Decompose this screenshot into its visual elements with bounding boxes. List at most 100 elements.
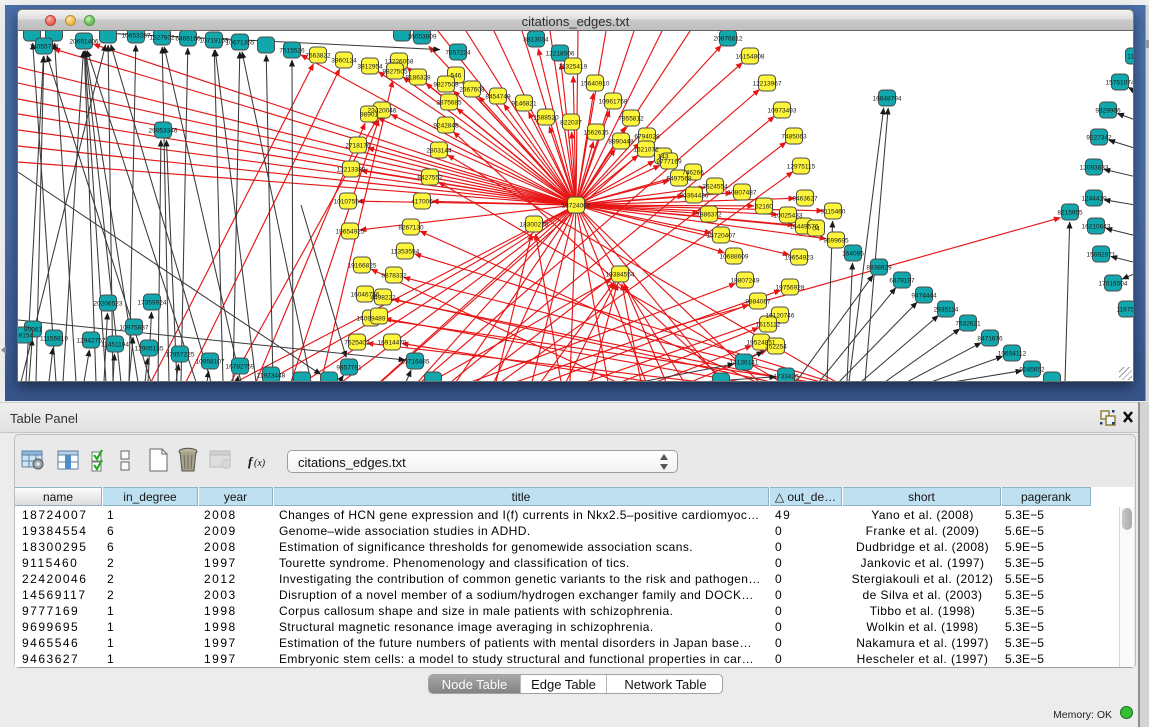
svg-text:14055714: 14055714	[30, 44, 59, 51]
svg-text:1244419: 1244419	[1081, 196, 1107, 203]
svg-text:546: 546	[451, 73, 462, 80]
svg-text:62160: 62160	[755, 204, 773, 211]
svg-text:8938929: 8938929	[866, 265, 892, 272]
svg-text:8813034: 8813034	[523, 37, 549, 44]
svg-text:7663822: 7663822	[305, 53, 331, 60]
svg-text:10025433: 10025433	[774, 213, 803, 220]
svg-text:1615112: 1615112	[756, 322, 781, 329]
svg-text:19654925: 19654925	[336, 229, 365, 236]
svg-text:20364436: 20364436	[680, 193, 709, 200]
svg-text:8454749: 8454749	[485, 94, 511, 101]
svg-text:417006: 417006	[411, 199, 433, 206]
svg-text:9827508: 9827508	[433, 82, 459, 89]
svg-text:11923448: 11923448	[257, 373, 286, 380]
svg-text:10671355: 10671355	[226, 40, 255, 47]
svg-text:11156819: 11156819	[40, 336, 68, 343]
svg-text:10719155: 10719155	[200, 38, 229, 45]
svg-text:19756928: 19756928	[776, 285, 805, 292]
svg-text:7625402: 7625402	[344, 340, 370, 347]
svg-text:8990448: 8990448	[608, 139, 634, 146]
svg-text:8186328: 8186328	[405, 75, 431, 82]
svg-text:16053809: 16053809	[408, 34, 437, 41]
svg-text:9463627: 9463627	[792, 196, 818, 203]
svg-text:12093833: 12093833	[1080, 165, 1109, 172]
svg-text:1117: 1117	[1127, 54, 1134, 61]
svg-text:7955812: 7955812	[618, 116, 644, 123]
svg-text:9242848: 9242848	[433, 123, 459, 130]
svg-text:16914479: 16914479	[378, 340, 407, 347]
svg-text:98901: 98901	[360, 112, 378, 119]
svg-text:7632621: 7632621	[955, 321, 981, 328]
svg-text:20206523: 20206523	[94, 301, 123, 308]
svg-text:6497568: 6497568	[666, 176, 692, 183]
svg-text:8878332: 8878332	[381, 273, 407, 280]
svg-text:19166825: 19166825	[348, 263, 377, 270]
svg-text:17359924: 17359924	[138, 300, 167, 307]
svg-text:39154: 39154	[18, 333, 33, 340]
svg-text:10958107: 10958107	[196, 359, 225, 366]
svg-text:10961758: 10961758	[599, 99, 628, 106]
svg-text:04: 04	[812, 226, 820, 233]
svg-text:17016504: 17016504	[1099, 281, 1128, 288]
svg-text:12213389: 12213389	[337, 167, 366, 174]
svg-text:7857224: 7857224	[445, 50, 471, 57]
svg-text:9699695: 9699695	[823, 238, 849, 245]
svg-text:9146821: 9146821	[511, 101, 537, 108]
svg-text:1588520: 1588520	[533, 115, 559, 122]
svg-text:8427552: 8427552	[417, 175, 443, 182]
svg-text:12213967: 12213967	[753, 81, 782, 88]
svg-text:9777169: 9777169	[656, 159, 682, 166]
svg-text:10654112: 10654112	[998, 351, 1027, 358]
svg-text:9827505: 9827505	[382, 69, 408, 76]
svg-text:19384554: 19384554	[606, 272, 635, 279]
svg-text:11325419: 11325419	[559, 64, 588, 71]
svg-text:16120746: 16120746	[766, 313, 795, 320]
svg-text:18300275: 18300275	[520, 222, 549, 229]
svg-text:14099489: 14099489	[357, 316, 386, 323]
svg-text:822037: 822037	[560, 120, 582, 127]
svg-text:116753: 116753	[1116, 307, 1134, 314]
svg-text:15716485: 15716485	[401, 359, 430, 366]
svg-text:12218506: 12218506	[546, 51, 575, 58]
svg-text:16210643: 16210643	[1082, 224, 1111, 231]
svg-text:2935114: 2935114	[934, 307, 959, 314]
svg-text:10975887: 10975887	[120, 325, 149, 332]
svg-text:1527602: 1527602	[149, 35, 175, 42]
svg-text:8267130: 8267130	[398, 225, 424, 232]
svg-text:16154808: 16154808	[736, 54, 765, 61]
svg-text:20691406: 20691406	[70, 39, 99, 46]
svg-text:3912954: 3912954	[357, 64, 383, 71]
svg-text:9115460: 9115460	[821, 209, 846, 216]
svg-text:10807487: 10807487	[728, 190, 757, 197]
svg-text:9474444: 9474444	[911, 293, 937, 300]
svg-text:7515526: 7515526	[279, 48, 305, 55]
svg-text:10107554: 10107554	[334, 199, 363, 206]
svg-text:9329966: 9329966	[1095, 108, 1121, 115]
svg-text:15692971: 15692971	[1087, 252, 1116, 259]
svg-text:7485063: 7485063	[781, 134, 807, 141]
svg-text:16782759: 16782759	[226, 364, 255, 371]
svg-text:6794028: 6794028	[634, 134, 660, 141]
svg-text:11353594: 11353594	[391, 249, 420, 256]
svg-text:9227342: 9227342	[1086, 135, 1112, 142]
svg-text:6479197: 6479197	[889, 278, 915, 285]
svg-text:3960124: 3960124	[331, 58, 357, 65]
svg-text:9857791: 9857791	[336, 365, 362, 372]
svg-text:15751074: 15751074	[1106, 80, 1134, 87]
svg-text:3875685: 3875685	[436, 100, 462, 107]
svg-text:19654923: 19654923	[785, 255, 814, 262]
svg-text:13226058: 13226058	[385, 59, 414, 66]
svg-text:14136141: 14136141	[730, 360, 759, 367]
svg-text:15640910: 15640910	[581, 81, 610, 88]
svg-text:10688609: 10688609	[720, 254, 749, 261]
svg-text:9245652: 9245652	[1019, 367, 1045, 374]
svg-text:12975115: 12975115	[787, 164, 816, 171]
svg-text:1733426: 1733426	[773, 374, 799, 381]
svg-text:17957225: 17957225	[166, 352, 195, 359]
svg-text:11451194: 11451194	[101, 342, 129, 349]
svg-text:10653287: 10653287	[122, 33, 151, 40]
svg-text:18724007: 18724007	[562, 203, 591, 210]
svg-text:9884067: 9884067	[745, 299, 771, 306]
svg-text:1562615: 1562615	[583, 130, 609, 137]
svg-text:3624554: 3624554	[702, 184, 728, 191]
